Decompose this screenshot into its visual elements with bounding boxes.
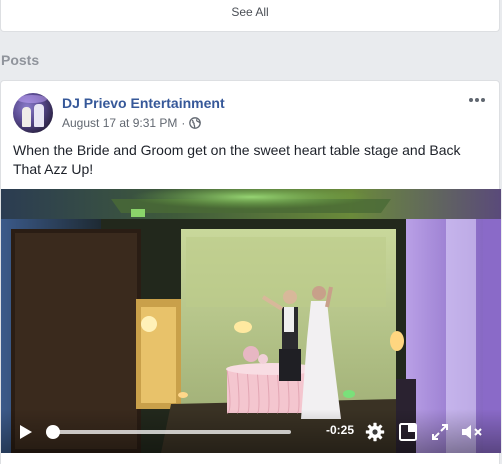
post-timestamp-link[interactable]: August 17 at 9:31 PM	[62, 116, 177, 130]
see-all-link[interactable]: See All	[1, 5, 499, 19]
globe-icon[interactable]	[189, 117, 202, 129]
page-name-link[interactable]: DJ Prievo Entertainment	[62, 95, 225, 111]
previous-section-card: See All	[0, 0, 500, 32]
post-text: When the Bride and Groom get on the swee…	[13, 142, 461, 177]
video-remaining-time: -0:25	[326, 423, 355, 437]
volume-muted-icon[interactable]	[460, 422, 484, 442]
meta-separator: ·	[181, 116, 186, 130]
gear-icon[interactable]	[365, 422, 385, 442]
picture-in-picture-icon[interactable]	[398, 422, 418, 442]
video-progress-bar[interactable]	[46, 425, 291, 439]
video-controls: -0:25	[1, 409, 501, 453]
fullscreen-icon[interactable]	[430, 422, 450, 442]
video-scrubber[interactable]	[46, 425, 61, 439]
page-avatar[interactable]	[13, 93, 53, 133]
video-player[interactable]: -0:25	[1, 189, 501, 453]
post-meta: August 17 at 9:31 PM ·	[62, 116, 202, 130]
post-card: DJ Prievo Entertainment August 17 at 9:3…	[0, 80, 501, 464]
posts-section-title: Posts	[1, 52, 40, 68]
more-options-icon[interactable]	[467, 93, 487, 107]
play-icon[interactable]	[15, 422, 35, 442]
